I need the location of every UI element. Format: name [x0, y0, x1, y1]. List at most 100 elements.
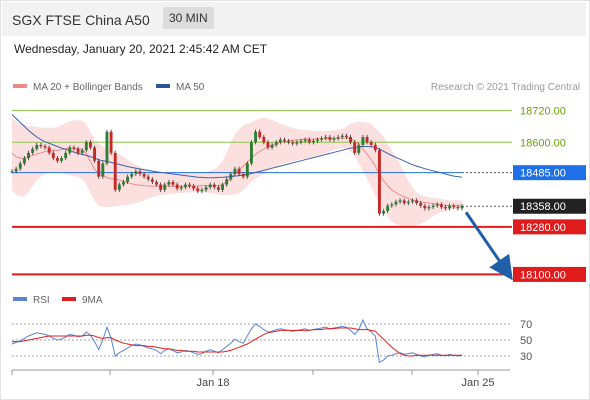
- rsi-tick-label: 50: [520, 335, 532, 347]
- candle-body: [435, 204, 439, 206]
- candle-body: [456, 207, 460, 209]
- level-label: 18720.00: [520, 106, 566, 118]
- candle-body: [274, 142, 278, 145]
- candle-body: [287, 140, 291, 143]
- candle-body: [258, 131, 262, 137]
- candle-body: [382, 211, 385, 214]
- candle-body: [324, 137, 328, 139]
- candle-body: [394, 201, 398, 205]
- legend-swatch-rsi: [13, 297, 27, 301]
- candle-body: [105, 131, 109, 164]
- candle-body: [27, 152, 30, 159]
- candle-body: [216, 187, 220, 190]
- candle-body: [262, 137, 266, 143]
- candle-body: [212, 184, 216, 188]
- candle-body: [113, 152, 117, 190]
- candle-body: [31, 148, 35, 153]
- candle-body: [221, 184, 224, 190]
- candle-body: [353, 142, 357, 153]
- level-label: 18485.00: [520, 168, 566, 180]
- candle-body: [291, 142, 295, 144]
- candle-body: [344, 135, 348, 137]
- candle-body: [398, 200, 402, 202]
- candle-body: [109, 131, 113, 153]
- candle-body: [22, 158, 26, 164]
- copyright: Research © 2021 Trading Central: [431, 82, 580, 93]
- candle-body: [122, 181, 125, 185]
- candle-body: [200, 189, 204, 192]
- legend-swatch-9ma: [62, 297, 76, 301]
- candle-body: [349, 137, 352, 143]
- candle-body: [406, 201, 410, 204]
- candle-body: [159, 184, 163, 190]
- candle-body: [357, 144, 361, 153]
- candle-body: [365, 137, 369, 143]
- candle-body: [80, 150, 84, 153]
- candle-body: [155, 181, 158, 185]
- rsi-tick-label: 30: [520, 351, 532, 363]
- candle-body: [419, 203, 423, 206]
- candle-body: [93, 147, 97, 161]
- candle-body: [320, 138, 324, 140]
- candle-body: [233, 168, 237, 174]
- rsi-panel: 70 50 30: [11, 318, 532, 364]
- candle-body: [188, 184, 191, 186]
- candle-body: [175, 184, 179, 189]
- candle-body: [340, 135, 344, 137]
- candle-body: [377, 150, 381, 214]
- candle-body: [336, 137, 340, 139]
- candle-body: [146, 176, 150, 180]
- candle-body: [55, 158, 59, 161]
- candle-body: [439, 204, 443, 208]
- candle-body: [171, 181, 175, 185]
- legend-ma50-label: MA 50: [176, 82, 205, 93]
- candle-body: [361, 137, 365, 145]
- candle-body: [117, 184, 121, 190]
- candle-body: [130, 174, 134, 177]
- candle-body: [39, 144, 43, 147]
- candle-body: [373, 144, 377, 151]
- candle-body: [328, 137, 332, 140]
- candle-body: [448, 205, 452, 209]
- candle-body: [150, 179, 154, 182]
- candle-body: [369, 142, 373, 145]
- candle-body: [254, 131, 258, 143]
- candle-body: [101, 163, 105, 177]
- candle-body: [427, 207, 431, 209]
- candle-body: [452, 205, 456, 208]
- candle-body: [84, 142, 88, 151]
- candle-body: [415, 200, 419, 204]
- candle-body: [278, 139, 282, 143]
- candle-body: [204, 187, 208, 190]
- level-label: 18600.00: [520, 137, 566, 149]
- x-tick-label: Jan 25: [461, 377, 494, 389]
- candle-body: [237, 168, 241, 174]
- candle-body: [245, 163, 249, 177]
- candle-body: [402, 200, 406, 204]
- legend-swatch-ma50: [156, 84, 170, 88]
- candle-body: [43, 146, 47, 148]
- candle-body: [72, 147, 76, 149]
- candle-body: [76, 148, 80, 153]
- candle-body: [64, 152, 68, 159]
- candle-body: [68, 147, 72, 153]
- level-label: 18100.00: [520, 269, 566, 281]
- x-tick-label: Jan 18: [196, 377, 229, 389]
- candle-body: [14, 168, 18, 172]
- candle-body: [47, 147, 51, 153]
- candle-body: [134, 171, 138, 174]
- candle-body: [142, 174, 146, 177]
- candle-body: [163, 184, 167, 190]
- candle-body: [196, 188, 200, 192]
- level-label: 18358.00: [520, 201, 566, 213]
- candle-body: [266, 142, 270, 148]
- level-labels-layer: 18720.00 18600.00 18485.00 18358.00 18280.00…: [464, 106, 586, 282]
- candle-body: [179, 187, 183, 189]
- candle-body: [35, 144, 39, 149]
- candle-body: [208, 184, 212, 188]
- candle-body: [332, 138, 336, 140]
- candle-body: [270, 144, 274, 148]
- candle-body: [423, 205, 427, 209]
- candle-body: [295, 142, 299, 144]
- level-label: 18280.00: [520, 222, 566, 234]
